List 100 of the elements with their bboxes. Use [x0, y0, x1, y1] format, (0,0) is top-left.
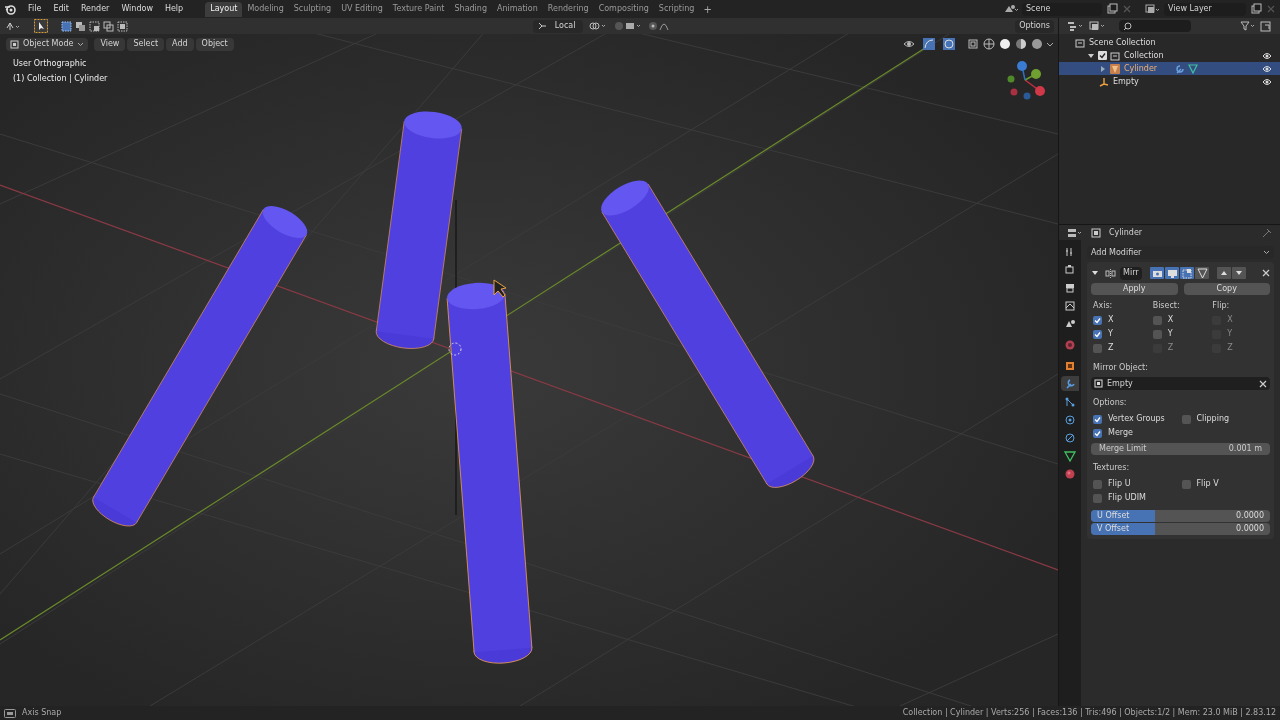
- modifier-name-field[interactable]: Mirr: [1120, 266, 1142, 280]
- outliner-label[interactable]: Scene Collection: [1089, 36, 1156, 49]
- filter-layer-icon[interactable]: [1089, 20, 1107, 32]
- merge-limit-field[interactable]: Merge Limit 0.001 m: [1091, 443, 1270, 455]
- app-logo-icon[interactable]: [4, 3, 16, 15]
- orientation-dropdown[interactable]: Local: [533, 19, 584, 33]
- workspace-tab[interactable]: Compositing: [593, 1, 654, 17]
- selection-mode-icon[interactable]: [116, 19, 129, 33]
- checkbox-label[interactable]: Z: [1108, 342, 1114, 354]
- expanded-arrow-icon[interactable]: [1087, 51, 1095, 60]
- workspace-tab[interactable]: UV Editing: [336, 1, 388, 17]
- outliner-row[interactable]: Scene Collection: [1059, 36, 1280, 49]
- checkbox-label[interactable]: Y: [1167, 328, 1173, 340]
- menu-item[interactable]: Window: [117, 3, 157, 15]
- menu-item[interactable]: Help: [160, 3, 188, 15]
- offset-slider[interactable]: U Offset 0.0000: [1091, 510, 1270, 522]
- caret-icon[interactable]: [1046, 40, 1054, 48]
- toggle-button[interactable]: [1180, 267, 1194, 279]
- add-workspace-button[interactable]: +: [699, 1, 716, 17]
- checkbox-label[interactable]: X: [1108, 314, 1114, 326]
- outliner-row[interactable]: Collection: [1059, 49, 1280, 62]
- wireframe-shading-icon[interactable]: [982, 37, 996, 51]
- selection-mode-icon[interactable]: [88, 19, 101, 33]
- cylinder[interactable]: [446, 282, 533, 664]
- workspace-tab[interactable]: Animation: [492, 1, 543, 17]
- menu-item[interactable]: Render: [76, 3, 114, 15]
- add-modifier-dropdown[interactable]: Add Modifier: [1087, 246, 1274, 259]
- workspace-tab[interactable]: Sculpting: [288, 1, 337, 17]
- wrench-icon[interactable]: [1175, 63, 1186, 74]
- outliner-row[interactable]: Empty: [1059, 75, 1280, 88]
- move-down-button[interactable]: [1232, 267, 1246, 279]
- selection-mode-icon[interactable]: [74, 19, 87, 33]
- checkbox[interactable]: [1152, 329, 1162, 339]
- checkbox[interactable]: [1093, 428, 1102, 438]
- new-collection-icon[interactable]: [1260, 20, 1272, 32]
- selection-mode-icon[interactable]: [102, 19, 115, 33]
- options-dropdown[interactable]: Options: [1015, 19, 1054, 33]
- checkbox-label[interactable]: Flip UDIM: [1108, 492, 1146, 504]
- toggle-button[interactable]: [1165, 267, 1179, 279]
- select-tool-icon[interactable]: [34, 19, 48, 33]
- checkbox-label[interactable]: Clipping: [1196, 413, 1230, 425]
- cylinder[interactable]: [375, 111, 463, 349]
- checkbox-label[interactable]: Vertex Groups: [1108, 413, 1165, 425]
- menu-item[interactable]: File: [24, 3, 46, 15]
- checkbox-label[interactable]: Flip V: [1196, 478, 1219, 490]
- move-up-button[interactable]: [1217, 267, 1231, 279]
- outliner-label[interactable]: Cylinder: [1124, 62, 1158, 75]
- checkbox-label[interactable]: Flip U: [1108, 478, 1131, 490]
- selection-mode-icon[interactable]: [60, 19, 73, 33]
- outliner-label[interactable]: Empty: [1113, 75, 1139, 88]
- toggle-button[interactable]: [1195, 267, 1209, 279]
- editor-type-icon[interactable]: [1067, 226, 1083, 239]
- eye-icon[interactable]: [1262, 51, 1272, 60]
- view-layer-icon[interactable]: [1144, 3, 1160, 15]
- workspace-tab[interactable]: Modeling: [242, 1, 289, 17]
- checkbox[interactable]: [1093, 315, 1102, 325]
- workspace-tab[interactable]: Layout: [205, 1, 243, 17]
- modifier-button[interactable]: Apply: [1091, 283, 1178, 295]
- workspace-tab[interactable]: Shading: [449, 1, 492, 17]
- workspace-tab[interactable]: Scripting: [653, 1, 700, 17]
- modifier-button[interactable]: Copy: [1183, 283, 1270, 295]
- cylinder[interactable]: [601, 180, 815, 488]
- pin-icon[interactable]: [1262, 227, 1272, 238]
- checkbox-label[interactable]: Y: [1108, 328, 1113, 340]
- checkbox-label[interactable]: X: [1167, 314, 1174, 326]
- gizmo-icon[interactable]: [922, 37, 936, 51]
- 3d-cursor-icon[interactable]: [448, 342, 462, 356]
- rendered-shading-icon[interactable]: [1030, 37, 1044, 51]
- overlay-icon[interactable]: [942, 37, 956, 51]
- display-mode-icon[interactable]: [1067, 20, 1085, 32]
- checkbox[interactable]: [1093, 493, 1102, 503]
- checkbox[interactable]: [1181, 414, 1191, 424]
- outliner-label[interactable]: Collection: [1124, 49, 1164, 62]
- toggle-button[interactable]: [1150, 267, 1164, 279]
- view-layer-field[interactable]: View Layer: [1164, 2, 1246, 16]
- expanded-arrow-icon[interactable]: [1091, 269, 1099, 277]
- checkbox[interactable]: [1093, 343, 1102, 353]
- eye-icon[interactable]: [1262, 64, 1272, 73]
- mirror-object-field[interactable]: Empty: [1091, 377, 1270, 390]
- checkbox[interactable]: [1181, 479, 1191, 489]
- navigation-gizmo-icon[interactable]: [1007, 61, 1045, 100]
- filter-icon[interactable]: [1240, 20, 1256, 32]
- copy-icon[interactable]: [1106, 3, 1118, 15]
- scene-field[interactable]: Scene: [1022, 2, 1102, 16]
- checkbox[interactable]: [1093, 329, 1102, 339]
- offset-slider[interactable]: V Offset 0.0000: [1091, 523, 1270, 535]
- scene-icon[interactable]: [1002, 3, 1018, 15]
- workspace-tab[interactable]: Rendering: [542, 1, 594, 17]
- checkbox[interactable]: [1093, 414, 1102, 424]
- checkbox[interactable]: [1093, 479, 1102, 489]
- triangle-icon[interactable]: [1188, 63, 1199, 74]
- copy-icon[interactable]: [1250, 3, 1262, 15]
- solid-shading-icon[interactable]: [998, 37, 1012, 51]
- checkbox[interactable]: [1152, 315, 1162, 325]
- menu-item[interactable]: Edit: [49, 3, 73, 15]
- properties-tab[interactable]: [1061, 376, 1079, 391]
- cylinder[interactable]: [92, 206, 308, 527]
- collapsed-arrow-icon[interactable]: [1099, 64, 1107, 73]
- checkbox[interactable]: [1098, 51, 1107, 60]
- workspace-tab[interactable]: Texture Paint: [387, 1, 450, 17]
